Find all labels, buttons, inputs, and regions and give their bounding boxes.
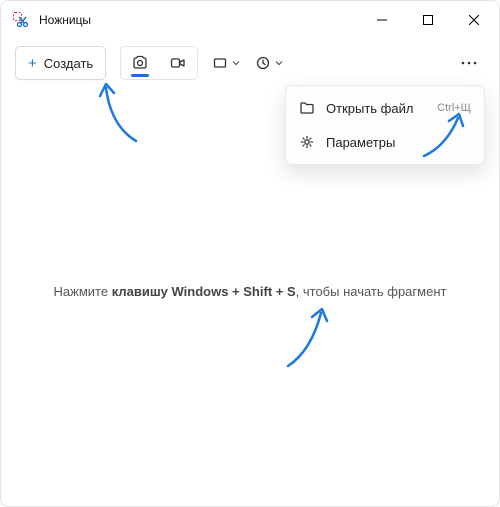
chevron-down-icon xyxy=(274,58,284,68)
hint-suffix: , чтобы начать фрагмент xyxy=(296,284,447,299)
app-window: Ножницы + Создать xyxy=(0,0,500,507)
capture-mode-group xyxy=(120,46,198,80)
delay-dropdown[interactable] xyxy=(255,46,284,80)
minimize-button[interactable] xyxy=(359,4,405,36)
more-icon xyxy=(461,61,477,65)
create-label: Создать xyxy=(44,56,93,71)
camera-icon xyxy=(131,54,149,72)
menu-open-file-label: Открыть файл xyxy=(326,101,413,116)
menu-open-file[interactable]: Открыть файл Ctrl+Щ xyxy=(291,91,479,125)
close-button[interactable] xyxy=(451,4,497,36)
more-menu: Открыть файл Ctrl+Щ Параметры xyxy=(285,85,485,165)
video-icon xyxy=(169,54,187,72)
menu-settings[interactable]: Параметры xyxy=(291,125,479,159)
titlebar: Ножницы xyxy=(1,1,499,39)
toolbar: + Создать xyxy=(1,39,499,87)
window-controls xyxy=(359,4,497,36)
more-button[interactable] xyxy=(453,47,485,79)
hint-shortcut: клавишу Windows + Shift + S xyxy=(112,284,296,299)
menu-settings-label: Параметры xyxy=(326,135,395,150)
snip-app-icon xyxy=(13,12,29,28)
hint-prefix: Нажмите xyxy=(54,284,112,299)
create-button[interactable]: + Создать xyxy=(15,46,106,80)
video-mode-button[interactable] xyxy=(159,47,197,79)
gear-icon xyxy=(299,134,315,150)
shortcut-hint: Нажмите клавишу Windows + Shift + S, что… xyxy=(1,284,499,299)
window-title: Ножницы xyxy=(39,13,91,27)
chevron-down-icon xyxy=(231,58,241,68)
rectangle-icon xyxy=(212,55,228,71)
maximize-button[interactable] xyxy=(405,4,451,36)
folder-icon xyxy=(299,100,315,116)
menu-open-file-shortcut: Ctrl+Щ xyxy=(437,102,471,114)
photo-mode-button[interactable] xyxy=(121,47,159,79)
clock-icon xyxy=(255,55,271,71)
shape-dropdown[interactable] xyxy=(212,46,241,80)
plus-icon: + xyxy=(28,56,37,71)
